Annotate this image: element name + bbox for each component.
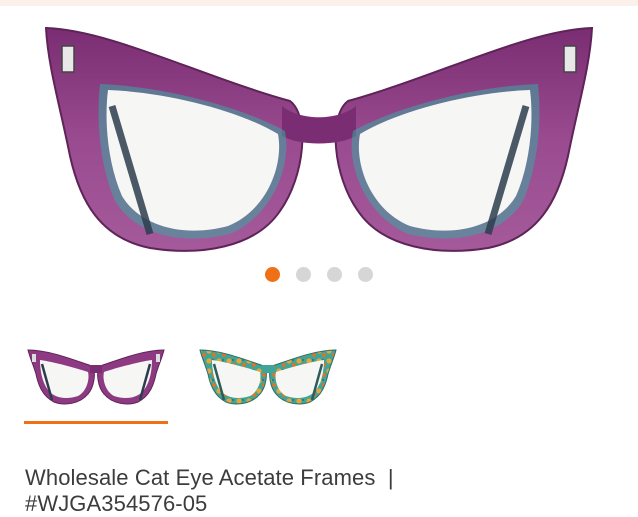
variant-swatch-green-floral[interactable] — [196, 338, 340, 424]
cat-eye-glasses-floral-thumbnail — [199, 349, 337, 405]
product-title-line-1: Wholesale Cat Eye Acetate Frames | — [25, 465, 394, 490]
color-variant-selector — [24, 338, 340, 428]
gallery-dot-4[interactable] — [358, 267, 373, 282]
gallery-pagination — [0, 267, 638, 283]
variant-swatch-purple[interactable] — [24, 338, 168, 424]
gallery-dot-2[interactable] — [296, 267, 311, 282]
product-hero-image[interactable] — [0, 6, 638, 256]
gallery-dot-1[interactable] — [265, 267, 280, 282]
cat-eye-glasses-purple-thumbnail — [27, 349, 165, 405]
cat-eye-glasses-purple-large — [44, 26, 594, 252]
gallery-dot-3[interactable] — [327, 267, 342, 282]
product-sku: #WJGA354576-05 — [25, 491, 208, 516]
selected-variant-underline — [24, 421, 168, 424]
product-title: Wholesale Cat Eye Acetate Frames | #WJGA… — [25, 465, 625, 517]
